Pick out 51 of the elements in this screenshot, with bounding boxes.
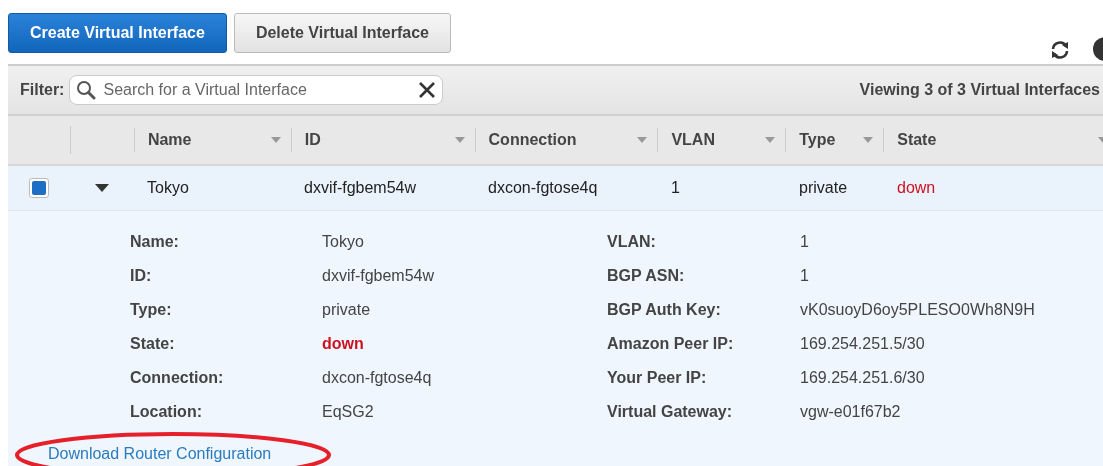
search-icon	[76, 80, 97, 100]
detail-label: Name:	[130, 233, 180, 251]
clear-icon[interactable]	[418, 81, 437, 99]
filter-label: Filter:	[20, 81, 65, 99]
column-header[interactable]: Type	[799, 131, 836, 149]
detail-value: 169.254.251.5/30	[800, 335, 925, 353]
table-cell: dxcon-fgtose4q	[488, 179, 598, 196]
detail-value: private	[322, 301, 371, 319]
detail-label: Connection:	[130, 369, 225, 387]
detail-value: dxvif-fgbem54w	[322, 267, 435, 285]
detail-label: BGP Auth Key:	[607, 301, 722, 319]
sort-icon[interactable]	[863, 137, 874, 143]
detail-label: Type:	[130, 301, 173, 319]
detail-value: vK0suoyD6oy5PLESO0Wh8N9H	[800, 301, 1035, 319]
detail-value: 1	[800, 267, 809, 285]
sort-icon[interactable]	[637, 137, 648, 143]
create-button[interactable]: Create Virtual Interface	[8, 13, 227, 53]
row-checkbox[interactable]	[29, 178, 49, 198]
detail-label: Amazon Peer IP:	[607, 335, 735, 353]
column-header[interactable]: ID	[304, 131, 321, 149]
table-cell: down	[897, 179, 936, 196]
detail-value: 1	[800, 233, 809, 251]
sort-icon[interactable]	[270, 137, 281, 143]
column-header[interactable]: Name	[147, 131, 192, 149]
detail-label: Your Peer IP:	[607, 369, 708, 387]
column-header[interactable]: State	[897, 131, 937, 149]
detail-label: Location:	[130, 403, 203, 421]
search-field[interactable]: Search for a Virtual Interface	[69, 75, 444, 105]
detail-label: ID:	[130, 267, 153, 285]
detail-label: Virtual Gateway:	[607, 403, 734, 421]
delete-button[interactable]: Delete Virtual Interface	[233, 13, 451, 53]
sort-icon[interactable]	[454, 137, 465, 143]
result-count: Viewing 3 of 3 Virtual Interfaces	[859, 81, 1100, 99]
table-cell: private	[799, 179, 848, 196]
detail-value: Tokyo	[322, 233, 364, 251]
expand-icon[interactable]	[94, 184, 109, 192]
table-cell: dxvif-fgbem54w	[304, 179, 417, 196]
detail-label: State:	[130, 335, 176, 353]
detail-label: BGP ASN:	[607, 267, 686, 285]
table-cell: Tokyo	[147, 179, 189, 196]
detail-value: 169.254.251.6/30	[800, 369, 925, 387]
detail-value: dxcon-fgtose4q	[322, 369, 432, 387]
detail-value: down	[322, 335, 364, 353]
detail-value: EqSG2	[322, 403, 374, 421]
detail-value: vgw-e01f67b2	[800, 403, 901, 421]
search-input[interactable]: Search for a Virtual Interface	[101, 80, 414, 100]
detail-label: VLAN:	[607, 233, 657, 251]
sort-icon[interactable]	[765, 137, 776, 143]
table-cell: 1	[671, 179, 680, 196]
column-header[interactable]: VLAN	[671, 131, 715, 149]
column-header[interactable]: Connection	[488, 131, 577, 149]
